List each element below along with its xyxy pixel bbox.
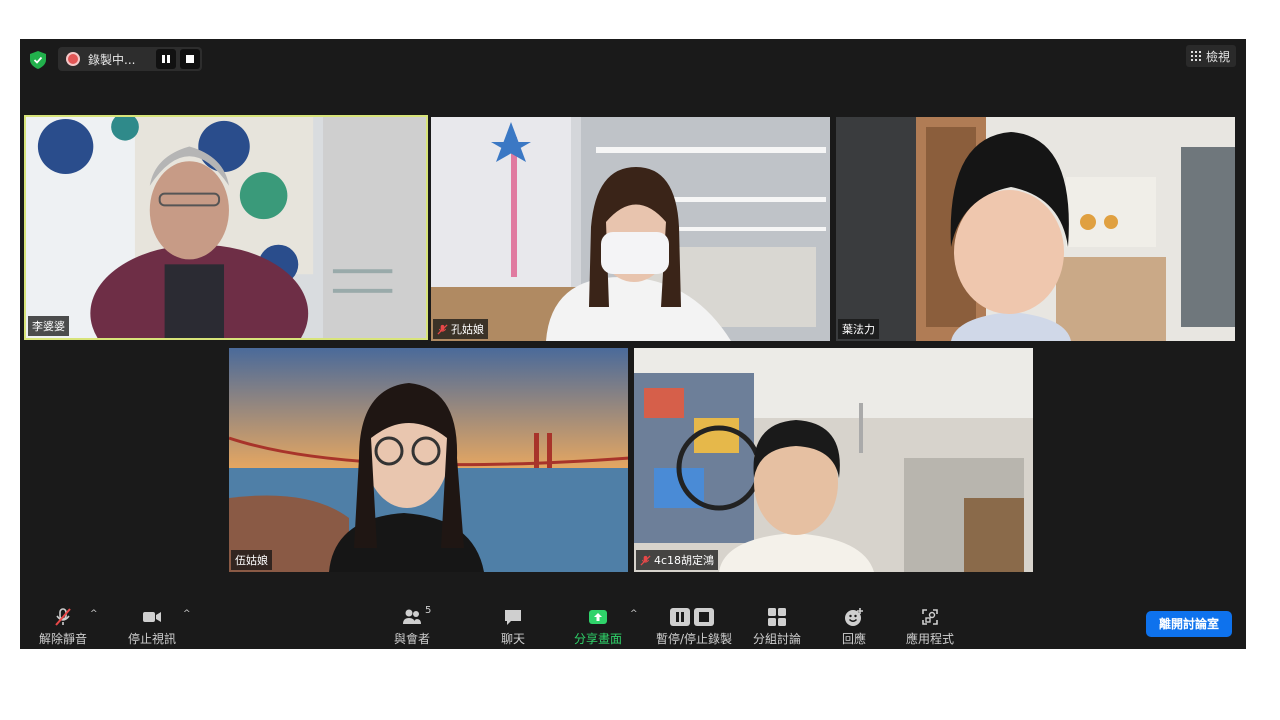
leave-breakout-room-button[interactable]: 離開討論室	[1146, 611, 1232, 637]
participants-count: 5	[425, 605, 432, 616]
breakout-rooms-icon	[768, 608, 786, 626]
muted-microphone-icon	[55, 608, 71, 626]
apps-label: 應用程式	[905, 632, 954, 646]
video-tile-4[interactable]: 伍姑娘	[229, 348, 628, 572]
participant-name-tag: 李婆婆	[28, 316, 69, 336]
stop-recording-button[interactable]	[180, 49, 200, 69]
top-bar: 錄製中... 檢視	[20, 39, 1246, 79]
participants-label: 與會者	[393, 632, 430, 646]
participant-name: 孔姑娘	[451, 323, 484, 336]
grid-view-icon	[1191, 51, 1201, 61]
reactions-label: 回應	[841, 632, 866, 646]
unmute-label: 解除靜音	[38, 632, 87, 646]
apps-icon	[922, 609, 938, 625]
participant-name: 李婆婆	[32, 320, 65, 333]
smiley-reaction-icon	[845, 608, 863, 626]
participant-name-tag: 伍姑娘	[231, 550, 272, 570]
participants-button[interactable]: 5 與會者	[377, 599, 447, 649]
participant-video	[431, 117, 830, 341]
participant-name-tag: 葉法力	[838, 319, 879, 339]
video-tile-1[interactable]: 李婆婆	[24, 115, 428, 340]
recording-status: 錄製中...	[88, 53, 136, 67]
participant-name-tag: 4c18胡定鴻	[636, 550, 719, 570]
apps-button[interactable]: 應用程式	[895, 599, 965, 649]
meeting-window: 錄製中... 檢視 李婆婆 孔姑娘 葉法力 伍姑娘 4c18胡定鴻 ^ 解除靜音…	[20, 39, 1246, 649]
participant-video	[26, 117, 426, 338]
muted-mic-icon	[437, 323, 448, 335]
share-screen-button[interactable]: ^ 分享畫面	[563, 599, 638, 649]
participant-name: 4c18胡定鴻	[654, 554, 715, 567]
video-options-chevron-icon[interactable]: ^	[183, 609, 191, 619]
breakout-rooms-label: 分組討論	[752, 632, 801, 646]
pause-stop-recording-button[interactable]: 暫停/停止錄製	[649, 599, 739, 649]
stop-video-button[interactable]: ^ 停止視訊	[117, 599, 191, 649]
pause-recording-button[interactable]	[156, 49, 176, 69]
recording-controls-icon	[670, 608, 714, 626]
chat-bubble-icon	[505, 610, 521, 625]
unmute-button[interactable]: ^ 解除靜音	[28, 599, 98, 649]
audio-options-chevron-icon[interactable]: ^	[90, 609, 98, 619]
chat-button[interactable]: 聊天	[478, 599, 548, 649]
recording-indicator: 錄製中...	[58, 47, 202, 71]
reactions-button[interactable]: 回應	[819, 599, 889, 649]
breakout-rooms-button[interactable]: 分組討論	[742, 599, 812, 649]
stop-icon	[186, 55, 194, 63]
participant-video	[634, 348, 1033, 572]
participants-icon	[403, 609, 421, 624]
share-screen-label: 分享畫面	[573, 632, 622, 646]
pause-stop-recording-label: 暫停/停止錄製	[655, 632, 733, 646]
chat-label: 聊天	[500, 632, 525, 646]
video-tile-2[interactable]: 孔姑娘	[431, 117, 830, 341]
security-shield-icon[interactable]	[30, 51, 46, 69]
video-tile-5[interactable]: 4c18胡定鴻	[634, 348, 1033, 572]
pause-icon	[162, 55, 170, 63]
share-options-chevron-icon[interactable]: ^	[630, 609, 638, 619]
meeting-toolbar: ^ 解除靜音 ^ 停止視訊 5 與會者 聊天 ^ 分享畫面 暫停/停止錄製 分組…	[20, 599, 1246, 649]
participant-name: 伍姑娘	[235, 554, 268, 567]
recording-dot-icon	[68, 54, 78, 64]
video-tile-3[interactable]: 葉法力	[836, 117, 1235, 341]
view-label: 檢視	[1206, 50, 1231, 64]
participant-video	[229, 348, 628, 572]
stop-video-label: 停止視訊	[127, 632, 176, 646]
muted-mic-icon	[640, 554, 651, 566]
view-button[interactable]: 檢視	[1186, 45, 1236, 67]
participant-video	[836, 117, 1235, 341]
share-screen-icon	[589, 610, 607, 624]
participant-name-tag: 孔姑娘	[433, 319, 488, 339]
video-camera-icon	[143, 612, 161, 622]
participant-name: 葉法力	[842, 323, 875, 336]
